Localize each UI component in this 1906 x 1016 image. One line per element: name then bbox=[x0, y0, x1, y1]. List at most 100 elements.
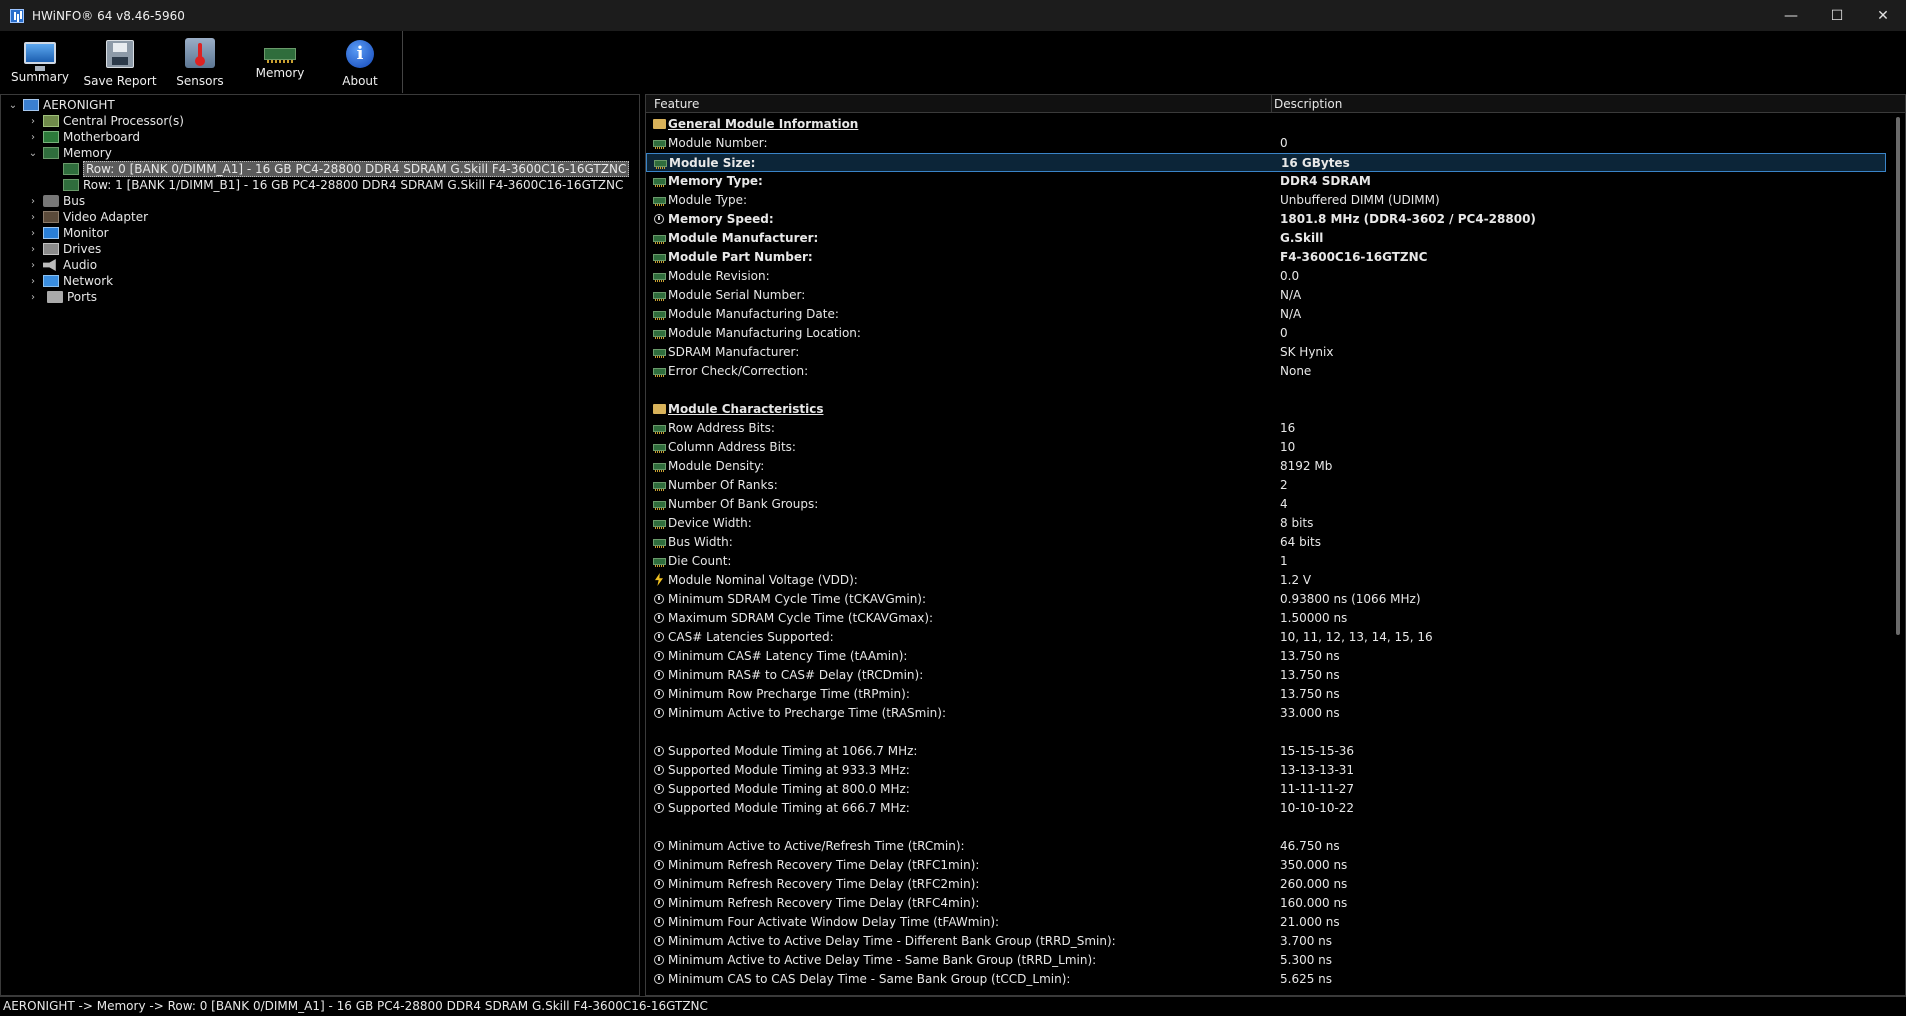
expand-icon[interactable]: › bbox=[27, 276, 39, 287]
feature-cell: Minimum Active to Active Delay Time - Di… bbox=[668, 934, 1116, 948]
tree-item-memory[interactable]: ⌄ Memory bbox=[27, 145, 112, 161]
tree-item-monitor[interactable]: › Monitor bbox=[27, 225, 109, 241]
table-row[interactable]: Minimum Row Precharge Time (tRPmin): 13.7… bbox=[646, 685, 1886, 704]
clock-icon bbox=[654, 651, 664, 661]
column-divider[interactable] bbox=[1271, 95, 1272, 113]
feature-cell: Minimum SDRAM Cycle Time (tCKAVGmin): bbox=[668, 592, 927, 606]
vertical-scrollbar[interactable] bbox=[1896, 115, 1902, 995]
close-button[interactable]: ✕ bbox=[1860, 0, 1906, 31]
table-row[interactable]: Bus Width: 64 bits bbox=[646, 533, 1886, 552]
table-row[interactable]: Module Number: 0 bbox=[646, 134, 1886, 153]
table-row[interactable]: Minimum Four Activate Window Delay Time … bbox=[646, 913, 1886, 932]
table-row[interactable]: Minimum Refresh Recovery Time Delay (tRF… bbox=[646, 875, 1886, 894]
tree-item-network[interactable]: › Network bbox=[27, 273, 113, 289]
expand-icon[interactable]: › bbox=[27, 132, 39, 143]
table-row[interactable]: Module Size: 16 GBytes bbox=[646, 153, 1886, 172]
expand-icon[interactable]: › bbox=[27, 228, 39, 239]
expand-icon[interactable]: › bbox=[27, 244, 39, 255]
memory-label: Memory bbox=[255, 66, 305, 80]
expand-icon[interactable]: › bbox=[27, 260, 39, 271]
table-row[interactable]: Memory Type: DDR4 SDRAM bbox=[646, 172, 1886, 191]
feature-cell: Minimum RAS# to CAS# Delay (tRCDmin): bbox=[668, 668, 924, 682]
table-row[interactable]: Module Nominal Voltage (VDD): 1.2 V bbox=[646, 571, 1886, 590]
tree-item-audio[interactable]: › Audio bbox=[27, 257, 97, 273]
table-row[interactable]: Column Address Bits: 10 bbox=[646, 438, 1886, 457]
tree-item-ports[interactable]: › Ports bbox=[27, 289, 97, 305]
expand-icon[interactable]: › bbox=[27, 196, 39, 207]
about-label: About bbox=[342, 74, 378, 88]
expand-icon[interactable]: › bbox=[27, 212, 39, 223]
memory-button[interactable]: Memory bbox=[240, 31, 320, 93]
table-row[interactable]: Row Address Bits: 16 bbox=[646, 419, 1886, 438]
tree-item-memory-row-0[interactable]: Row: 0 [BANK 0/DIMM_A1] - 16 GB PC4-2880… bbox=[63, 161, 630, 177]
table-row[interactable]: Minimum CAS# Latency Time (tAAmin): 13.75… bbox=[646, 647, 1886, 666]
table-row[interactable]: Module Serial Number: N/A bbox=[646, 286, 1886, 305]
description-cell: 8192 Mb bbox=[1280, 459, 1333, 473]
table-row[interactable]: Supported Module Timing at 933.3 MHz: 13-… bbox=[646, 761, 1886, 780]
sensors-button[interactable]: Sensors bbox=[160, 31, 240, 93]
minimize-button[interactable]: — bbox=[1768, 0, 1814, 31]
table-row[interactable]: Minimum SDRAM Cycle Time (tCKAVGmin): 0.9… bbox=[646, 590, 1886, 609]
feature-cell: Module Characteristics bbox=[668, 402, 824, 416]
section-header[interactable]: General Module Information bbox=[646, 115, 1886, 134]
table-row[interactable]: Minimum Active to Active Delay Time - Sa… bbox=[646, 951, 1886, 970]
table-row[interactable]: Maximum SDRAM Cycle Time (tCKAVGmax): 1.5… bbox=[646, 609, 1886, 628]
expand-icon[interactable]: › bbox=[27, 116, 39, 127]
clock-icon bbox=[654, 708, 664, 718]
table-row[interactable]: Module Revision: 0.0 bbox=[646, 267, 1886, 286]
table-row[interactable]: Module Type: Unbuffered DIMM (UDIMM) bbox=[646, 191, 1886, 210]
scrollbar-thumb[interactable] bbox=[1896, 117, 1900, 635]
maximize-button[interactable]: ☐ bbox=[1814, 0, 1860, 31]
table-row[interactable]: Module Density: 8192 Mb bbox=[646, 457, 1886, 476]
details-table[interactable]: Feature Description General Module Infor… bbox=[645, 94, 1906, 996]
bus-icon bbox=[43, 195, 59, 207]
collapse-icon[interactable]: ⌄ bbox=[7, 100, 19, 111]
table-row[interactable]: Module Manufacturing Date: N/A bbox=[646, 305, 1886, 324]
table-row[interactable]: Number Of Bank Groups: 4 bbox=[646, 495, 1886, 514]
table-row[interactable]: Minimum Active to Precharge Time (tRASmi… bbox=[646, 704, 1886, 723]
table-row[interactable]: Minimum RAS# to CAS# Delay (tRCDmin): 13.… bbox=[646, 666, 1886, 685]
feature-cell: Module Type: bbox=[668, 193, 748, 207]
feature-cell: Number Of Bank Groups: bbox=[668, 497, 819, 511]
section-header[interactable]: Module Characteristics bbox=[646, 400, 1886, 419]
table-row[interactable]: Error Check/Correction: None bbox=[646, 362, 1886, 381]
table-row[interactable]: Device Width: 8 bits bbox=[646, 514, 1886, 533]
tree-item-bus[interactable]: › Bus bbox=[27, 193, 85, 209]
column-header-description[interactable]: Description bbox=[1274, 97, 1342, 111]
table-row[interactable]: Number Of Ranks: 2 bbox=[646, 476, 1886, 495]
table-row[interactable]: Minimum Refresh Recovery Time Delay (tRF… bbox=[646, 894, 1886, 913]
about-button[interactable]: i About bbox=[320, 31, 400, 93]
table-row[interactable]: Supported Module Timing at 666.7 MHz: 10-… bbox=[646, 799, 1886, 818]
monitor-icon bbox=[24, 42, 56, 71]
table-row[interactable]: Module Manufacturing Location: 0 bbox=[646, 324, 1886, 343]
tree-item-root[interactable]: ⌄ AERONIGHT bbox=[7, 97, 115, 113]
tree-item-memory-row-1[interactable]: Row: 1 [BANK 1/DIMM_B1] - 16 GB PC4-2880… bbox=[63, 177, 623, 193]
table-row[interactable]: Minimum Active to Active/Refresh Time (t… bbox=[646, 837, 1886, 856]
table-row[interactable]: Module Manufacturer: G.Skill bbox=[646, 229, 1886, 248]
table-row[interactable]: Die Count: 1 bbox=[646, 552, 1886, 571]
table-row[interactable]: Minimum CAS to CAS Delay Time - Same Ban… bbox=[646, 970, 1886, 989]
table-row[interactable]: Memory Speed: 1801.8 MHz (DDR4-3602 / PC4… bbox=[646, 210, 1886, 229]
save-report-button[interactable]: Save Report bbox=[80, 31, 160, 93]
device-tree[interactable]: ⌄ AERONIGHT › Central Processor(s) › Mot… bbox=[0, 94, 640, 996]
tree-item-motherboard[interactable]: › Motherboard bbox=[27, 129, 140, 145]
tree-item-video-adapter[interactable]: › Video Adapter bbox=[27, 209, 148, 225]
column-header-feature[interactable]: Feature bbox=[654, 97, 699, 111]
table-row[interactable]: SDRAM Manufacturer: SK Hynix bbox=[646, 343, 1886, 362]
table-row[interactable]: Module Part Number: F4-3600C16-16GTZNC bbox=[646, 248, 1886, 267]
table-row[interactable]: Minimum Active to Active Delay Time - Di… bbox=[646, 932, 1886, 951]
clock-icon bbox=[654, 917, 664, 927]
description-cell: 1 bbox=[1280, 554, 1288, 568]
ram-module-icon bbox=[654, 160, 667, 169]
expand-icon[interactable]: › bbox=[27, 292, 39, 303]
summary-button[interactable]: Summary bbox=[0, 31, 80, 93]
table-row[interactable]: Minimum Refresh Recovery Time Delay (tRF… bbox=[646, 856, 1886, 875]
table-row[interactable]: Supported Module Timing at 800.0 MHz: 11-… bbox=[646, 780, 1886, 799]
tree-item-drives[interactable]: › Drives bbox=[27, 241, 101, 257]
table-row[interactable]: CAS# Latencies Supported: 10, 11, 12, 13,… bbox=[646, 628, 1886, 647]
ram-module-icon bbox=[43, 147, 59, 159]
collapse-icon[interactable]: ⌄ bbox=[27, 148, 39, 159]
table-row[interactable]: Supported Module Timing at 1066.7 MHz: 15… bbox=[646, 742, 1886, 761]
feature-cell: Minimum CAS to CAS Delay Time - Same Ban… bbox=[668, 972, 1071, 986]
tree-item-cpu[interactable]: › Central Processor(s) bbox=[27, 113, 184, 129]
